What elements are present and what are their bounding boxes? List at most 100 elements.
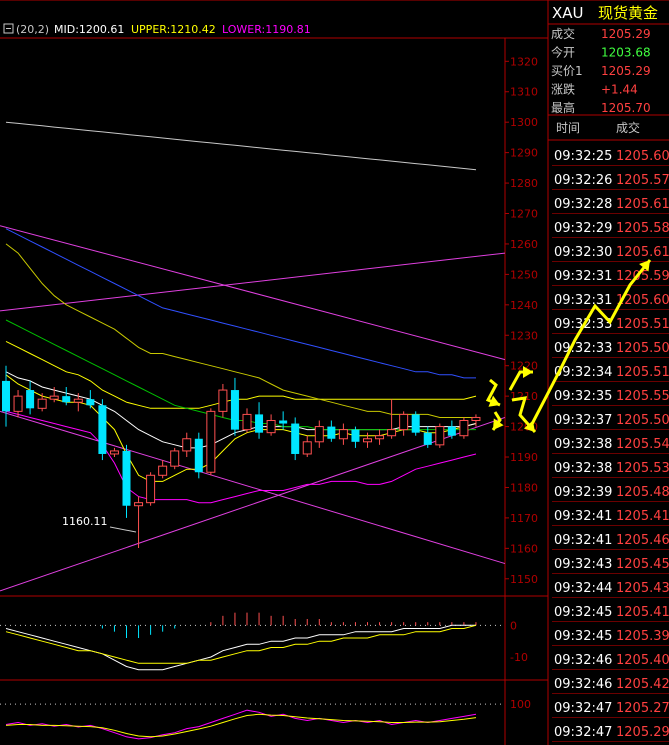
y-tick-label: 1180: [510, 481, 538, 494]
candle-body: [37, 398, 47, 409]
tick-time: 09:32:39: [554, 485, 612, 500]
tick-price: 1205.61: [616, 245, 669, 260]
tick-price: 1205.48: [616, 485, 669, 500]
macd-tick-label: -10: [510, 651, 528, 664]
quote-rows: 成交 1205.29 今开 1203.68 买价1 1205.29 涨跌 +1.44 最高 120…: [551, 26, 651, 115]
tick-time: 09:32:43: [554, 557, 612, 572]
candle-body: [158, 465, 168, 476]
tick-time: 09:32:28: [554, 197, 612, 212]
tick-time: 09:32:45: [554, 629, 612, 644]
y-tick-label: 1310: [510, 86, 538, 99]
quote-label: 今开: [551, 45, 575, 60]
tick-price: 1205.50: [616, 413, 669, 428]
candle-body: [399, 413, 409, 431]
candle-body: [98, 405, 107, 454]
y-tick-label: 1280: [510, 177, 538, 190]
tick-time: 09:32:47: [554, 701, 612, 716]
candle-body: [206, 410, 216, 473]
candle-body: [49, 395, 59, 400]
candle-body: [62, 396, 71, 403]
tick-time: 09:32:29: [554, 221, 612, 236]
tick-time: 09:32:31: [554, 293, 612, 308]
candle-body: [122, 450, 131, 506]
y-tick-label: 1160: [510, 542, 538, 555]
tick-time: 09:32:26: [554, 173, 612, 188]
tick-price: 1205.29: [616, 725, 669, 740]
candle-body: [13, 395, 23, 412]
tick-time: 09:32:46: [554, 677, 612, 692]
tick-price: 1205.41: [616, 509, 669, 524]
candle-body: [291, 423, 300, 454]
quote-label: 涨跌: [551, 82, 575, 97]
candle-body: [73, 398, 83, 403]
y-tick-label: 1150: [510, 573, 538, 586]
candle-body: [363, 438, 372, 443]
macd-tick-label: 0: [510, 619, 517, 632]
quote-value: 1205.29: [601, 64, 651, 78]
candle-body: [471, 416, 481, 421]
candle-body: [435, 426, 445, 446]
tick-price: 1205.42: [616, 677, 669, 692]
candle-body: [134, 502, 144, 507]
tick-time: 09:32:41: [554, 533, 612, 548]
tick-time: 09:32:38: [554, 437, 612, 452]
candle-body: [194, 438, 203, 473]
candle-body: [86, 399, 95, 406]
candle-body: [146, 474, 156, 504]
symbol-name: 现货黄金: [598, 4, 658, 22]
tick-time: 09:32:37: [554, 413, 612, 428]
tick-time: 09:32:47: [554, 725, 612, 740]
tick-price: 1205.27: [616, 701, 669, 716]
symbol-code: XAU: [552, 4, 584, 22]
tick-price: 1205.39: [616, 629, 669, 644]
candle-body: [218, 389, 228, 412]
candle-body: [266, 419, 276, 434]
tick-time: 09:32:41: [554, 509, 612, 524]
upper-label: UPPER:1210.42: [131, 23, 216, 36]
candle-body: [109, 450, 119, 455]
tick-header-time: 时间: [556, 121, 580, 135]
tick-price: 1205.57: [616, 173, 669, 188]
candle-body: [338, 429, 348, 440]
y-tick-label: 1230: [510, 329, 538, 342]
tick-price: 1205.41: [616, 605, 669, 620]
y-tick-label: 1190: [510, 451, 538, 464]
quote-value: +1.44: [601, 83, 638, 97]
candle-body: [351, 429, 360, 442]
y-tick-label: 1240: [510, 299, 538, 312]
quote-label: 成交: [551, 26, 575, 41]
tick-price: 1205.55: [616, 389, 669, 404]
y-tick-label: 1170: [510, 512, 538, 525]
osc-tick-label: 100: [510, 698, 531, 711]
candle-body: [230, 390, 239, 430]
y-tick-label: 1270: [510, 208, 538, 221]
mid-label: MID:1200.61: [54, 23, 124, 36]
candle-body: [411, 414, 420, 433]
tick-price: 1205.61: [616, 197, 669, 212]
tick-time: 09:32:31: [554, 269, 612, 284]
candle-body: [302, 441, 312, 455]
tick-header-price: 成交: [616, 120, 640, 135]
quote-label: 买价1: [551, 64, 583, 78]
candle-body: [242, 413, 252, 431]
tick-time: 09:32:44: [554, 581, 612, 596]
candle-body: [423, 432, 432, 445]
y-tick-label: 1290: [510, 147, 538, 160]
candle-body: [170, 450, 180, 467]
tick-time: 09:32:38: [554, 461, 612, 476]
indicator-params: (20,2): [16, 23, 49, 36]
quote-label: 最高: [551, 100, 575, 115]
quote-value: 1205.70: [601, 101, 651, 115]
tick-time: 09:32:30: [554, 245, 612, 260]
gold-price-chart[interactable]: (20,2) MID:1200.61 UPPER:1210.42 LOWER:1…: [0, 0, 669, 745]
candle-body: [327, 426, 336, 439]
tick-price: 1205.51: [616, 365, 669, 380]
tick-price: 1205.43: [616, 581, 669, 596]
candle-body: [314, 426, 324, 443]
candle-body: [26, 390, 35, 409]
y-tick-label: 1250: [510, 268, 538, 281]
tick-time: 09:32:33: [554, 341, 612, 356]
candle-body: [279, 420, 288, 424]
tick-time: 09:32:35: [554, 389, 612, 404]
candle-body: [375, 435, 385, 440]
